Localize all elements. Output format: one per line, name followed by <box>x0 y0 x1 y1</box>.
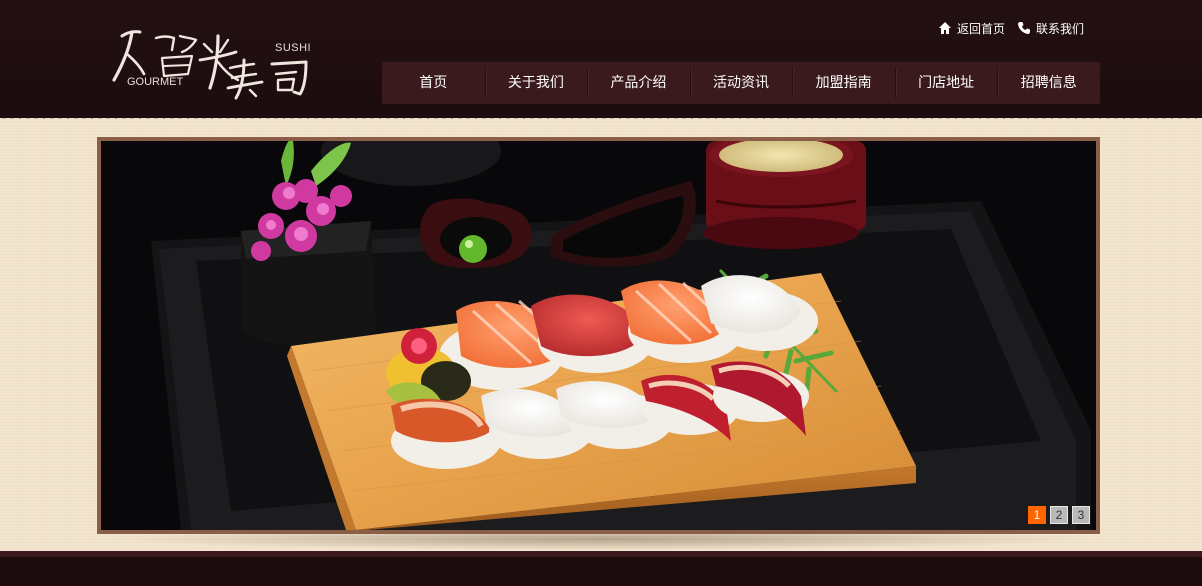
home-link-label: 返回首页 <box>957 21 1006 36</box>
logo-sushi-text: SUSHI <box>275 42 312 54</box>
logo-gourmet-text: GOURMET <box>127 76 184 88</box>
pager-dot-1[interactable]: 1 <box>1028 506 1046 524</box>
home-link[interactable]: 返回首页 <box>938 20 1005 37</box>
top-links: 返回首页 联系我们 <box>938 19 1084 37</box>
sushi-platter-image <box>101 141 1096 530</box>
banner-pager: 1 2 3 <box>1028 506 1090 524</box>
contact-link[interactable]: 联系我们 <box>1017 20 1084 37</box>
phone-icon <box>1018 22 1031 34</box>
logo-calligraphy <box>112 30 308 100</box>
nav-item-products[interactable]: 产品介绍 <box>587 62 690 104</box>
nav-item-about[interactable]: 关于我们 <box>484 62 588 104</box>
site-footer <box>0 557 1202 586</box>
contact-link-label: 联系我们 <box>1036 21 1085 36</box>
nav-item-jobs[interactable]: 招聘信息 <box>997 62 1100 104</box>
home-icon <box>939 22 951 34</box>
pager-dot-2[interactable]: 2 <box>1050 506 1068 524</box>
hero-banner[interactable]: 1 2 3 <box>97 137 1100 534</box>
nav-item-news[interactable]: 活动资讯 <box>689 62 793 104</box>
header-scallop-edge <box>0 114 1202 124</box>
pager-dot-3[interactable]: 3 <box>1072 506 1090 524</box>
site-logo[interactable]: GOURMET SUSHI <box>100 22 320 100</box>
site-header: GOURMET SUSHI 返回首页 联系我们 首页 关于我们 产品介绍 活动资… <box>0 0 1202 118</box>
nav-item-home[interactable]: 首页 <box>382 62 485 104</box>
main-nav: 首页 关于我们 产品介绍 活动资讯 加盟指南 门店地址 招聘信息 <box>382 62 1100 104</box>
nav-item-franchise[interactable]: 加盟指南 <box>792 62 895 104</box>
nav-item-stores[interactable]: 门店地址 <box>894 62 998 104</box>
